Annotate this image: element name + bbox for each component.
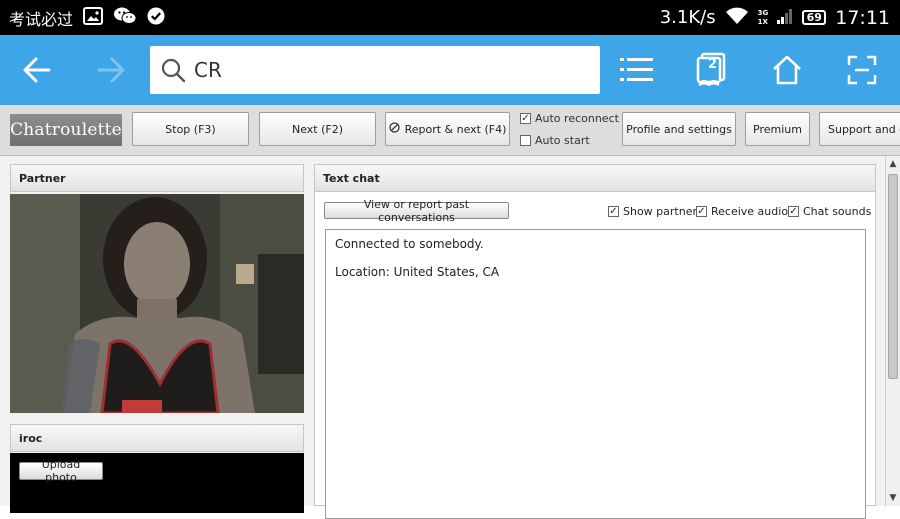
home-icon [773, 55, 801, 85]
forward-icon [97, 57, 125, 83]
menu-icon [620, 58, 653, 81]
auto-reconnect-option[interactable]: ✓ Auto reconnect [520, 112, 619, 125]
self-panel-header: iroc [10, 424, 304, 452]
signal-icon [777, 8, 793, 28]
auto-start-checkbox[interactable] [520, 135, 531, 146]
report-next-button[interactable]: Report & next (F4) [385, 112, 510, 146]
show-partner-checkbox[interactable]: ✓ [608, 206, 619, 217]
clock: 17:11 [835, 6, 890, 29]
address-input[interactable] [192, 57, 596, 83]
chat-message: Location: United States, CA [335, 265, 500, 279]
network-speed: 3.1K/s [659, 7, 716, 28]
back-button[interactable] [14, 47, 60, 93]
fullscreen-button[interactable] [839, 47, 885, 93]
auto-start-option[interactable]: Auto start [520, 134, 590, 147]
page-scrollbar[interactable]: ▲ ▼ [885, 156, 900, 506]
scroll-down-icon[interactable]: ▼ [886, 491, 900, 505]
text-chat-panel: Text chat View or report past conversati… [314, 164, 876, 519]
self-video: Upload photo [10, 453, 304, 513]
search-icon [161, 58, 186, 83]
chat-log[interactable]: Connected to somebody. Location: United … [325, 229, 866, 519]
tab-count: 2 [708, 57, 718, 72]
network-type: 3G 1X [757, 8, 769, 26]
partner-panel-header: Partner [10, 164, 304, 192]
partner-video-frame [10, 194, 304, 413]
battery-icon: 69 [802, 10, 827, 25]
text-chat-header: Text chat [314, 164, 876, 192]
auto-start-label: Auto start [535, 134, 590, 147]
address-bar[interactable] [150, 46, 600, 94]
image-icon [83, 6, 104, 29]
forward-button[interactable] [88, 47, 134, 93]
chatroulette-logo[interactable]: Chatroulette [10, 114, 122, 146]
auto-reconnect-checkbox[interactable]: ✓ [520, 113, 531, 124]
menu-button[interactable] [614, 47, 660, 93]
home-button[interactable] [764, 47, 810, 93]
wechat-icon [113, 6, 137, 30]
auto-reconnect-label: Auto reconnect [535, 112, 619, 125]
status-bar: 考试必过 3.1K/s 3G 1X 69 17:11 [0, 0, 900, 35]
profile-settings-button[interactable]: Profile and settings [622, 112, 736, 146]
partner-video [10, 194, 304, 413]
support-button[interactable]: Support and co [819, 112, 900, 146]
premium-button[interactable]: Premium [745, 112, 810, 146]
upload-photo-button[interactable]: Upload photo [19, 458, 103, 484]
tabs-button[interactable]: 2 [689, 47, 735, 93]
chat-sounds-option[interactable]: ✓ Chat sounds [788, 205, 871, 218]
receive-audio-option[interactable]: ✓ Receive audio [696, 205, 788, 218]
fullscreen-icon [847, 55, 877, 85]
browser-toolbar: 2 [0, 35, 900, 105]
back-icon [23, 57, 51, 83]
report-next-label: Report & next (F4) [404, 122, 507, 136]
wifi-icon [725, 7, 749, 29]
check-circle-icon [147, 7, 165, 29]
scroll-thumb[interactable] [888, 174, 898, 379]
past-conversations-button[interactable]: View or report past conversations [324, 198, 509, 224]
scroll-up-icon[interactable]: ▲ [886, 157, 900, 171]
show-partner-option[interactable]: ✓ Show partner [608, 205, 697, 218]
chat-message: Connected to somebody. [335, 237, 484, 251]
chat-sounds-checkbox[interactable]: ✓ [788, 206, 799, 217]
receive-audio-label: Receive audio [711, 205, 789, 218]
show-partner-label: Show partner [623, 205, 697, 218]
chatroulette-nav: Chatroulette Stop (F3) Next (F2) Report … [0, 105, 900, 156]
notification-app-title: 考试必过 [9, 9, 74, 29]
chat-sounds-label: Chat sounds [803, 205, 872, 218]
next-button[interactable]: Next (F2) [259, 112, 376, 146]
main-content: Partner iroc Upload photo Text chat View… [0, 156, 885, 519]
ban-icon [388, 122, 400, 136]
stop-button[interactable]: Stop (F3) [132, 112, 249, 146]
receive-audio-checkbox[interactable]: ✓ [696, 206, 707, 217]
